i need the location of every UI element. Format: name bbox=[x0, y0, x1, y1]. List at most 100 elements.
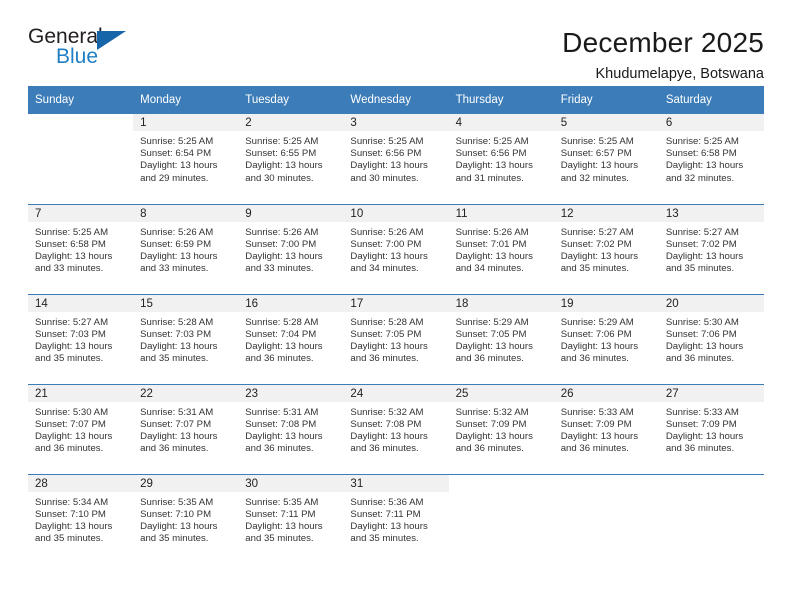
sunrise-text: Sunrise: 5:25 AM bbox=[560, 136, 634, 147]
calendar-day-cell bbox=[28, 114, 134, 204]
calendar-day-cell[interactable]: 17 Sunrise: 5:28 AM Sunset: 7:05 PM Dayligh… bbox=[343, 293, 449, 384]
weekday-header-friday: Friday bbox=[553, 86, 659, 114]
daylight-text-line1: Daylight: 13 hours bbox=[665, 430, 744, 442]
day-cell-inner bbox=[28, 114, 134, 203]
calendar-day-cell[interactable]: 16 Sunrise: 5:28 AM Sunset: 7:04 PM Dayligh… bbox=[238, 293, 344, 384]
day-number: 29 bbox=[133, 474, 239, 492]
calendar-day-cell[interactable]: 9 Sunrise: 5:26 AM Sunset: 7:00 PM Daylight… bbox=[238, 203, 344, 294]
sunrise-text: Sunrise: 5:27 AM bbox=[665, 226, 739, 238]
sunrise-text: Sunrise: 5:34 AM bbox=[35, 496, 109, 508]
calendar-day-cell[interactable]: 30 Sunrise: 5:35 AM Sunset: 7:11 PM Dayligh… bbox=[238, 473, 344, 564]
day-number: 15 bbox=[133, 294, 239, 312]
day-cell-inner: 7 Sunrise: 5:25 AM Sunset: 6:58 PM Daylight… bbox=[28, 204, 134, 294]
day-number: 22 bbox=[133, 384, 239, 402]
weekday-header-thursday: Thursday bbox=[448, 86, 554, 114]
daylight-text-line2: and 36 minutes. bbox=[455, 353, 524, 365]
calendar-day-cell[interactable]: 21 Sunrise: 5:30 AM Sunset: 7:07 PM Dayligh… bbox=[28, 383, 134, 474]
sunset-text: Sunset: 7:04 PM bbox=[245, 328, 317, 340]
sunset-text: Sunset: 7:01 PM bbox=[455, 238, 527, 250]
calendar-day-cell[interactable]: 28 Sunrise: 5:34 AM Sunset: 7:10 PM Dayligh… bbox=[28, 473, 134, 564]
calendar-day-cell[interactable]: 3 Sunrise: 5:25 AM Sunset: 6:56 PM Daylight… bbox=[343, 114, 449, 204]
sunrise-text: Sunrise: 5:33 AM bbox=[560, 406, 634, 418]
sun-info: Sunrise: 5:26 AM Sunset: 7:01 PM Daylight:… bbox=[449, 222, 554, 276]
day-number: 26 bbox=[553, 384, 659, 402]
sun-info: Sunrise: 5:26 AM Sunset: 7:00 PM Daylight:… bbox=[238, 222, 343, 276]
calendar-day-cell[interactable]: 1 Sunrise: 5:25 AM Sunset: 6:54 PM Daylight… bbox=[133, 114, 239, 204]
calendar-day-cell[interactable]: 7 Sunrise: 5:25 AM Sunset: 6:58 PM Daylight… bbox=[28, 203, 134, 294]
daylight-text-line2: and 36 minutes. bbox=[245, 443, 314, 455]
sunset-text: Sunset: 7:11 PM bbox=[245, 508, 316, 520]
day-cell-inner bbox=[448, 474, 554, 564]
sunrise-text: Sunrise: 5:25 AM bbox=[140, 136, 214, 147]
day-cell-inner: 10 Sunrise: 5:26 AM Sunset: 7:00 PM Dayligh… bbox=[343, 204, 449, 294]
page-subtitle: Khudumelapye, Botswana bbox=[595, 66, 764, 82]
daylight-text-line1: Daylight: 13 hours bbox=[560, 160, 639, 172]
sunset-text: Sunset: 7:05 PM bbox=[350, 328, 422, 340]
calendar-day-cell[interactable]: 18 Sunrise: 5:29 AM Sunset: 7:05 PM Dayligh… bbox=[448, 293, 554, 384]
day-number: 25 bbox=[448, 384, 554, 402]
calendar-day-cell[interactable]: 11 Sunrise: 5:26 AM Sunset: 7:01 PM Dayligh… bbox=[448, 203, 554, 294]
calendar-day-cell bbox=[448, 473, 554, 564]
daylight-text-line1: Daylight: 13 hours bbox=[35, 340, 113, 352]
calendar-day-cell[interactable]: 13 Sunrise: 5:27 AM Sunset: 7:02 PM Dayligh… bbox=[658, 203, 764, 294]
sunrise-text: Sunrise: 5:33 AM bbox=[665, 406, 739, 418]
sunset-text: Sunset: 6:58 PM bbox=[665, 148, 737, 160]
daylight-text-line1: Daylight: 13 hours bbox=[140, 520, 218, 532]
day-number: 1 bbox=[133, 114, 239, 131]
daylight-text-line2: and 36 minutes. bbox=[455, 443, 524, 455]
day-number: 17 bbox=[343, 294, 449, 312]
sunrise-text: Sunrise: 5:29 AM bbox=[455, 316, 529, 328]
sunset-text: Sunset: 7:05 PM bbox=[455, 328, 527, 340]
sunrise-text: Sunrise: 5:25 AM bbox=[665, 136, 739, 147]
daylight-text-line2: and 35 minutes. bbox=[665, 263, 735, 275]
day-number: 19 bbox=[553, 294, 659, 312]
day-cell-inner: 18 Sunrise: 5:29 AM Sunset: 7:05 PM Dayligh… bbox=[448, 294, 554, 384]
weekday-header-sunday: Sunday bbox=[28, 86, 134, 114]
sun-info: Sunrise: 5:26 AM Sunset: 6:59 PM Daylight:… bbox=[133, 222, 238, 276]
day-cell-inner: 24 Sunrise: 5:32 AM Sunset: 7:08 PM Dayligh… bbox=[343, 384, 449, 474]
sunrise-text: Sunrise: 5:35 AM bbox=[245, 496, 319, 508]
calendar-day-cell[interactable]: 10 Sunrise: 5:26 AM Sunset: 7:00 PM Dayligh… bbox=[343, 203, 449, 294]
calendar-day-cell[interactable]: 29 Sunrise: 5:35 AM Sunset: 7:10 PM Dayligh… bbox=[133, 473, 239, 564]
calendar-day-cell[interactable]: 31 Sunrise: 5:36 AM Sunset: 7:11 PM Dayligh… bbox=[343, 473, 449, 564]
calendar-day-cell[interactable]: 22 Sunrise: 5:31 AM Sunset: 7:07 PM Dayligh… bbox=[133, 383, 239, 474]
calendar-day-cell[interactable]: 4 Sunrise: 5:25 AM Sunset: 6:56 PM Daylight… bbox=[448, 114, 554, 204]
day-number: 21 bbox=[28, 384, 134, 402]
day-number bbox=[658, 474, 764, 492]
calendar-day-cell[interactable]: 6 Sunrise: 5:25 AM Sunset: 6:58 PM Daylight… bbox=[658, 114, 764, 204]
general-blue-logo[interactable]: General Blue bbox=[28, 26, 148, 74]
calendar-day-cell[interactable]: 8 Sunrise: 5:26 AM Sunset: 6:59 PM Daylight… bbox=[133, 203, 239, 294]
day-cell-inner: 28 Sunrise: 5:34 AM Sunset: 7:10 PM Dayligh… bbox=[28, 474, 134, 564]
daylight-text-line2: and 35 minutes. bbox=[140, 353, 209, 365]
day-cell-inner: 21 Sunrise: 5:30 AM Sunset: 7:07 PM Dayligh… bbox=[28, 384, 134, 474]
calendar-day-cell[interactable]: 25 Sunrise: 5:32 AM Sunset: 7:09 PM Dayligh… bbox=[448, 383, 554, 474]
calendar-day-cell[interactable]: 20 Sunrise: 5:30 AM Sunset: 7:06 PM Dayligh… bbox=[658, 293, 764, 384]
day-number: 18 bbox=[448, 294, 554, 312]
logo-text-blue: Blue bbox=[56, 45, 99, 68]
daylight-text-line1: Daylight: 13 hours bbox=[455, 430, 533, 442]
calendar-day-cell[interactable]: 15 Sunrise: 5:28 AM Sunset: 7:03 PM Dayligh… bbox=[133, 293, 239, 384]
sun-info: Sunrise: 5:33 AM Sunset: 7:09 PM Daylight:… bbox=[659, 402, 764, 456]
calendar-day-cell[interactable]: 26 Sunrise: 5:33 AM Sunset: 7:09 PM Dayligh… bbox=[553, 383, 659, 474]
day-number: 4 bbox=[448, 114, 554, 131]
calendar-day-cell[interactable]: 5 Sunrise: 5:25 AM Sunset: 6:57 PM Daylight… bbox=[553, 114, 659, 204]
day-number: 3 bbox=[343, 114, 449, 131]
daylight-text-line1: Daylight: 13 hours bbox=[350, 430, 428, 442]
calendar-day-cell[interactable]: 2 Sunrise: 5:25 AM Sunset: 6:55 PM Daylight… bbox=[238, 114, 344, 204]
daylight-text-line1: Daylight: 13 hours bbox=[560, 250, 639, 262]
calendar-day-cell[interactable]: 14 Sunrise: 5:27 AM Sunset: 7:03 PM Dayligh… bbox=[28, 293, 134, 384]
calendar-day-cell[interactable]: 24 Sunrise: 5:32 AM Sunset: 7:08 PM Dayligh… bbox=[343, 383, 449, 474]
daylight-text-line1: Daylight: 13 hours bbox=[245, 430, 323, 442]
daylight-text-line2: and 36 minutes. bbox=[665, 353, 735, 365]
daylight-text-line2: and 35 minutes. bbox=[35, 353, 104, 365]
sunrise-text: Sunrise: 5:28 AM bbox=[245, 316, 319, 328]
calendar-day-cell[interactable]: 27 Sunrise: 5:33 AM Sunset: 7:09 PM Dayligh… bbox=[658, 383, 764, 474]
calendar-day-cell[interactable]: 12 Sunrise: 5:27 AM Sunset: 7:02 PM Dayligh… bbox=[553, 203, 659, 294]
day-cell-inner: 22 Sunrise: 5:31 AM Sunset: 7:07 PM Dayligh… bbox=[133, 384, 239, 474]
calendar-day-cell[interactable]: 19 Sunrise: 5:29 AM Sunset: 7:06 PM Dayligh… bbox=[553, 293, 659, 384]
day-cell-inner: 11 Sunrise: 5:26 AM Sunset: 7:01 PM Dayligh… bbox=[448, 204, 554, 294]
daylight-text-line2: and 35 minutes. bbox=[560, 263, 629, 275]
daylight-text-line1: Daylight: 13 hours bbox=[350, 250, 428, 262]
calendar-day-cell[interactable]: 23 Sunrise: 5:31 AM Sunset: 7:08 PM Dayligh… bbox=[238, 383, 344, 474]
sun-info: Sunrise: 5:32 AM Sunset: 7:08 PM Daylight:… bbox=[343, 402, 448, 456]
